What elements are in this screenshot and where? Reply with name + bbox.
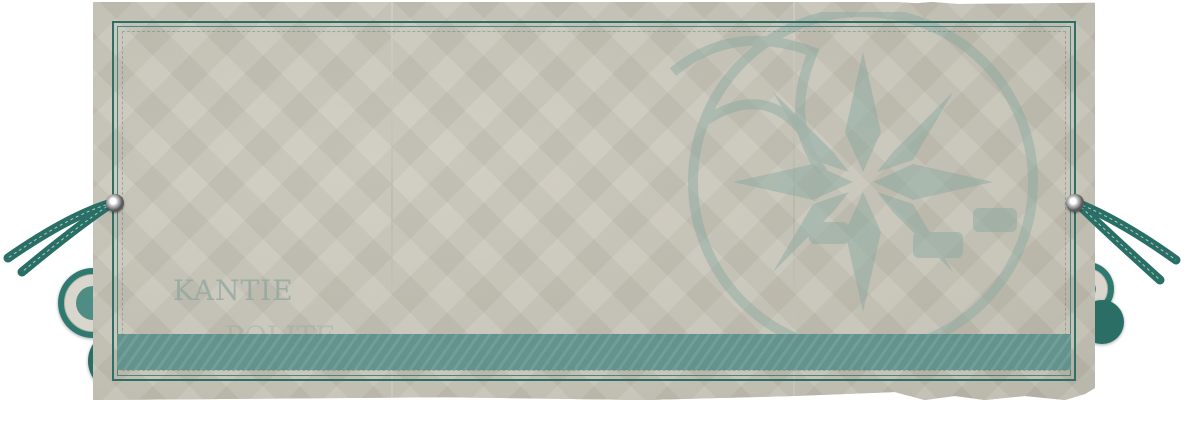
ticket-banner: KANTIE POLITE bbox=[0, 0, 1186, 424]
paper-card: KANTIE POLITE bbox=[93, 2, 1095, 400]
watermark-text: KANTIE bbox=[173, 274, 294, 307]
teal-stripe-band bbox=[117, 334, 1071, 370]
eyelet-icon bbox=[1066, 194, 1084, 212]
eyelet-icon bbox=[106, 194, 124, 212]
